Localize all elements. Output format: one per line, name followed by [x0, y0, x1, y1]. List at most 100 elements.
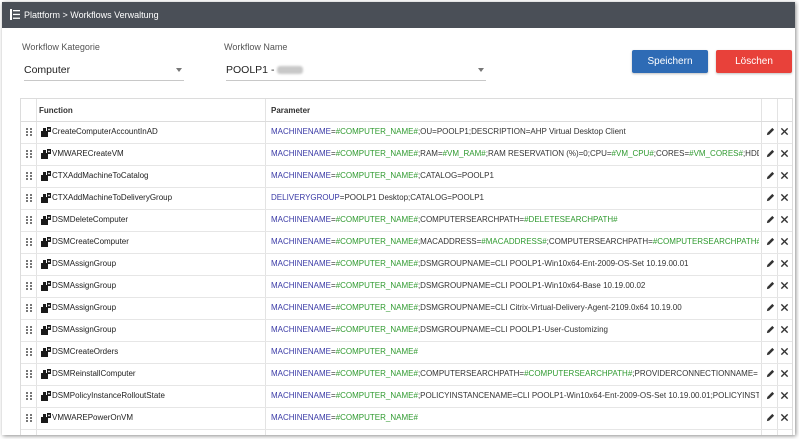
workflow-name-select[interactable]: POOLP1 -	[226, 60, 486, 81]
table-row[interactable]: DSMAssignGroup MACHINENAME=#COMPUTER_NAME…	[21, 253, 792, 276]
workflow-name-value: POOLP1 -	[226, 64, 275, 76]
workflow-name-label: Workflow Name	[224, 42, 288, 52]
table-row[interactable]: DSMAssignGroup MACHINENAME=#COMPUTER_NAME…	[21, 319, 792, 342]
pencil-icon[interactable]	[766, 193, 775, 202]
table-row[interactable]: VMWARECreateVM MACHINENAME=#COMPUTER_NAME…	[21, 143, 792, 166]
pencil-icon[interactable]	[766, 215, 775, 224]
close-icon[interactable]	[780, 413, 789, 422]
table-row[interactable]: DSMReinstallComputer MACHINENAME=#COMPUTE…	[21, 363, 792, 386]
parameter-segment: #COMPUTER_NAME#	[335, 281, 418, 290]
drag-handle-icon[interactable]	[26, 216, 32, 224]
table-row[interactable]: DSMAssignGroup MACHINENAME=#COMPUTER_NAME…	[21, 297, 792, 320]
gear-icon	[41, 325, 51, 335]
close-icon[interactable]	[780, 237, 789, 246]
delete-button[interactable]: Löschen	[716, 50, 792, 73]
pencil-icon[interactable]	[766, 391, 775, 400]
parameter-value: MACHINENAME=#COMPUTER_NAME#	[271, 407, 759, 429]
gear-icon	[41, 281, 51, 291]
parameter-segment: ;POLICYINSTANCENAME=CLI POOLP1-Win10x64-…	[417, 391, 759, 400]
close-icon[interactable]	[780, 259, 789, 268]
close-icon[interactable]	[780, 369, 789, 378]
close-icon[interactable]	[780, 347, 789, 356]
close-icon[interactable]	[780, 215, 789, 224]
column-header-parameter: Parameter	[271, 106, 311, 115]
gear-icon	[41, 127, 51, 137]
parameter-value: MACHINENAME=#COMPUTER_NAME#;CATALOG=POOL…	[271, 165, 759, 187]
table-row[interactable]: DSMAssignGroup MACHINENAME=#COMPUTER_NAME…	[21, 275, 792, 298]
menu-list-icon[interactable]	[10, 9, 20, 20]
drag-handle-icon[interactable]	[26, 370, 32, 378]
parameter-segment: #COMPUTERSEARCHPATH#	[524, 369, 633, 378]
drag-handle-icon[interactable]	[26, 194, 32, 202]
close-icon[interactable]	[780, 325, 789, 334]
parameter-segment: ;CORES=	[653, 149, 690, 158]
parameter-segment: MACHINENAME	[271, 237, 332, 246]
drag-handle-icon[interactable]	[26, 172, 32, 180]
function-name: DSMAssignGroup	[52, 259, 117, 268]
category-select[interactable]: Computer	[24, 60, 184, 81]
table-row[interactable]: DSMPolicyInstanceRolloutState MACHINENAME…	[21, 385, 792, 408]
drag-handle-icon[interactable]	[26, 238, 32, 246]
table-row[interactable]: CTXAddMachineToDeliveryGroup DELIVERYGROU…	[21, 187, 792, 210]
drag-handle-icon[interactable]	[26, 260, 32, 268]
close-icon[interactable]	[780, 193, 789, 202]
pencil-icon[interactable]	[766, 325, 775, 334]
drag-handle-icon[interactable]	[26, 414, 32, 422]
close-icon[interactable]	[780, 281, 789, 290]
parameter-value: MACHINENAME=#COMPUTER_NAME#;COMPUTERSEAR…	[271, 209, 759, 231]
function-name: DSMCreateComputer	[52, 237, 129, 246]
parameter-segment: ;PROVIDERCONNECTIONNAME=	[632, 369, 758, 378]
close-icon[interactable]	[780, 149, 789, 158]
table-row[interactable]: VMWAREPowerOnVM MACHINENAME=#COMPUTER_NAM…	[21, 407, 792, 430]
pencil-icon[interactable]	[766, 259, 775, 268]
drag-handle-icon[interactable]	[26, 128, 32, 136]
parameter-segment: ;RAM=	[417, 149, 443, 158]
drag-handle-icon[interactable]	[26, 348, 32, 356]
gear-icon	[41, 171, 51, 181]
table-row[interactable]: DSMCreateComputer MACHINENAME=#COMPUTER_N…	[21, 231, 792, 254]
gear-icon	[41, 303, 51, 313]
drag-handle-icon[interactable]	[26, 392, 32, 400]
close-icon[interactable]	[780, 127, 789, 136]
pencil-icon[interactable]	[766, 369, 775, 378]
parameter-segment: #COMPUTER_NAME#	[335, 391, 418, 400]
parameter-segment: #COMPUTER_NAME#	[335, 259, 418, 268]
function-name: DSMAssignGroup	[52, 303, 117, 312]
table-row[interactable]: CreateComputerAccountInAD MACHINENAME=#CO…	[21, 121, 792, 144]
parameter-value: MACHINENAME=#COMPUTER_NAME#;DSMGROUPNAME…	[271, 275, 759, 297]
drag-handle-icon[interactable]	[26, 326, 32, 334]
gear-icon	[41, 391, 51, 401]
close-icon[interactable]	[780, 303, 789, 312]
drag-handle-icon[interactable]	[26, 282, 32, 290]
pencil-icon[interactable]	[766, 281, 775, 290]
pencil-icon[interactable]	[766, 237, 775, 246]
parameter-segment: ;COMPUTERSEARCHPATH=	[417, 369, 525, 378]
close-icon[interactable]	[780, 171, 789, 180]
parameter-segment: =POOLP1 Desktop;CATALOG=POOLP1	[339, 193, 484, 202]
pencil-icon[interactable]	[766, 347, 775, 356]
pencil-icon[interactable]	[766, 413, 775, 422]
save-button[interactable]: Speichern	[632, 50, 708, 73]
drag-handle-icon[interactable]	[26, 150, 32, 158]
parameter-segment: #VM_RAM#	[442, 149, 486, 158]
parameter-segment: #COMPUTER_NAME#	[335, 149, 418, 158]
parameter-segment: ;COMPUTERSEARCHPATH=	[546, 237, 653, 246]
gear-icon	[41, 413, 51, 423]
table-row[interactable]: DSMCreateOrders MACHINENAME=#COMPUTER_NAM…	[21, 341, 792, 364]
parameter-segment: MACHINENAME	[271, 215, 332, 224]
redacted-text	[277, 66, 304, 74]
close-icon[interactable]	[780, 391, 789, 400]
pencil-icon[interactable]	[766, 171, 775, 180]
drag-handle-icon[interactable]	[26, 304, 32, 312]
gear-icon	[41, 215, 51, 225]
table-row[interactable]: CTXAddMachineToCatalog MACHINENAME=#COMPU…	[21, 165, 792, 188]
parameter-segment: MACHINENAME	[271, 369, 332, 378]
top-bar: Plattform > Workflows Verwaltung	[2, 2, 795, 28]
parameter-segment: MACHINENAME	[271, 149, 332, 158]
pencil-icon[interactable]	[766, 127, 775, 136]
table-row[interactable]: DSMDeleteComputer MACHINENAME=#COMPUTER_N…	[21, 209, 792, 232]
pencil-icon[interactable]	[766, 303, 775, 312]
pencil-icon[interactable]	[766, 149, 775, 158]
gear-icon	[41, 237, 51, 247]
function-name: DSMDeleteComputer	[52, 215, 129, 224]
